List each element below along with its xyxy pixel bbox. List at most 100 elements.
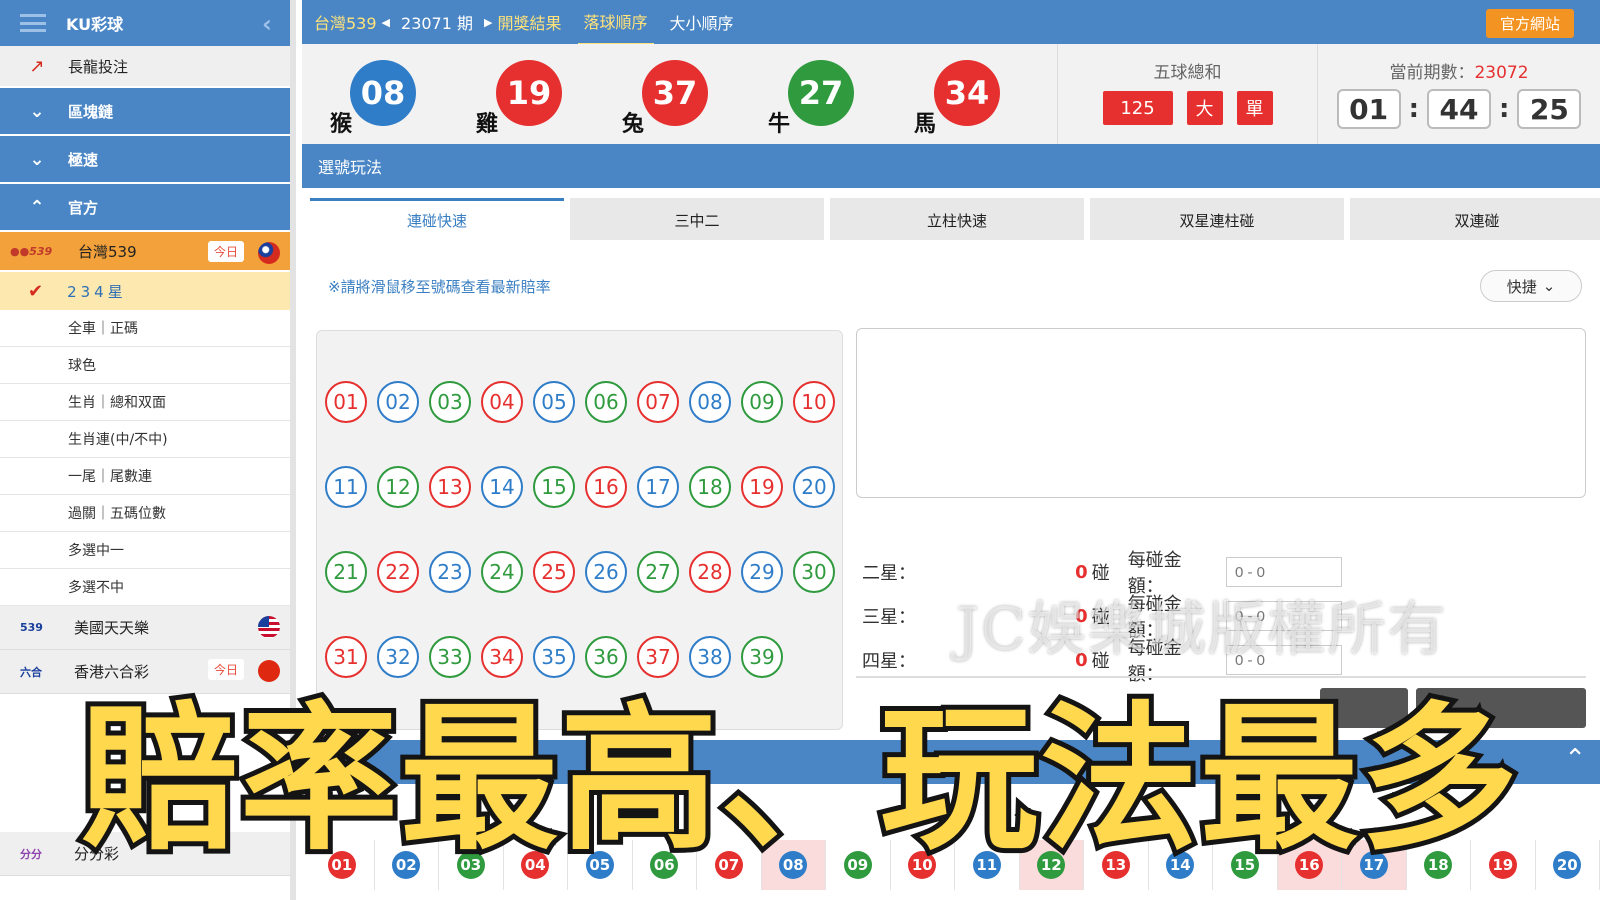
prev-period-icon[interactable]: ◀ — [382, 16, 390, 29]
number-ball[interactable]: 02 — [377, 381, 419, 423]
number-ball[interactable]: 06 — [585, 381, 627, 423]
number-ball[interactable]: 38 — [689, 636, 731, 678]
chevron-up-icon: ⌃ — [29, 196, 45, 218]
sidebar-sub-item[interactable]: 一尾｜尾數連 — [0, 458, 290, 495]
sum-box: 五球總和 125 大 單 — [1057, 44, 1317, 144]
tab-play-4[interactable]: 双連碰 — [1350, 198, 1600, 240]
number-ball[interactable]: 18 — [689, 466, 731, 508]
result-ball: 08 — [350, 60, 416, 126]
sidebar-sub-item[interactable]: 生肖｜總和双面 — [0, 384, 290, 421]
number-ball[interactable]: 17 — [637, 466, 679, 508]
tab-play-0[interactable]: 連碰快速 — [310, 198, 564, 240]
quick-select-button[interactable]: 快捷 ⌄ — [1480, 270, 1582, 302]
number-ball[interactable]: 20 — [793, 466, 835, 508]
number-ball[interactable]: 37 — [637, 636, 679, 678]
number-ball[interactable]: 29 — [741, 551, 783, 593]
official-site-button[interactable]: 官方網站 — [1485, 9, 1574, 38]
sidebar-sub-item[interactable]: 多選不中 — [0, 569, 290, 606]
game-label: 香港六合彩 — [74, 663, 150, 681]
timer-minutes: 44 — [1427, 89, 1491, 129]
number-ball[interactable]: 09 — [741, 381, 783, 423]
tab-play-2[interactable]: 立柱快速 — [830, 198, 1084, 240]
sum-title: 五球總和 — [1153, 63, 1222, 83]
sidebar-game-taiwan539[interactable]: ●●539 台灣539 今日 — [0, 232, 290, 272]
watermark: JC娛樂城版權所有 — [956, 595, 1448, 663]
number-ball[interactable]: 32 — [377, 636, 419, 678]
sidebar-item-long-dragon[interactable]: ↗ 長龍投注 — [0, 46, 290, 88]
current-period-box: 當前期數：23072 01 : 44 : 25 — [1317, 44, 1600, 144]
number-ball[interactable]: 21 — [325, 551, 367, 593]
number-ball[interactable]: 04 — [481, 381, 523, 423]
number-ball[interactable]: 33 — [429, 636, 471, 678]
sidebar-sub-item[interactable]: 多選中一 — [0, 532, 290, 569]
number-ball[interactable]: 28 — [689, 551, 731, 593]
check-icon: ✔ — [28, 280, 44, 302]
number-ball[interactable]: 10 — [793, 381, 835, 423]
sidebar-sub-item[interactable]: 球色 — [0, 347, 290, 384]
number-ball[interactable]: 11 — [325, 466, 367, 508]
number-ball[interactable]: 15 — [533, 466, 575, 508]
link-draw-results[interactable]: 開獎結果 — [497, 10, 561, 34]
number-ball[interactable]: 08 — [689, 381, 731, 423]
number-ball[interactable]: 12 — [377, 466, 419, 508]
sidebar-sub-item[interactable]: 生肖連(中/不中) — [0, 421, 290, 458]
number-ball[interactable]: 27 — [637, 551, 679, 593]
sidebar-sub-item[interactable]: 過關｜五碼位數 — [0, 495, 290, 532]
number-ball[interactable]: 25 — [533, 551, 575, 593]
sub-label: 234星 — [67, 282, 127, 301]
sidebar-item-speed[interactable]: ⌄ 極速 — [0, 136, 290, 184]
number-ball[interactable]: 36 — [585, 636, 627, 678]
next-period-icon[interactable]: ▶ — [484, 16, 492, 29]
number-ball[interactable]: 19 — [741, 466, 783, 508]
current-period: 當前期數：23072 — [1389, 63, 1529, 83]
top-bar: 台灣539 ◀ 23071 期 ▶ 開獎結果 落球順序 大小順序 官方網站 — [302, 0, 1600, 46]
hk-flag-icon — [258, 660, 280, 682]
chevron-down-icon: ⌄ — [29, 148, 45, 170]
combo-count: 0 — [1075, 561, 1088, 583]
collapse-left-icon[interactable]: ‹ — [262, 10, 272, 38]
tab-play-1[interactable]: 三中二 — [570, 198, 824, 240]
sidebar-item-label: 極速 — [68, 150, 99, 169]
number-ball[interactable]: 23 — [429, 551, 471, 593]
sidebar-item-label: 官方 — [68, 198, 99, 217]
sidebar-item-blockchain[interactable]: ⌄ 區塊鏈 — [0, 88, 290, 136]
sidebar-sub-selected[interactable]: ✔ 234星 — [0, 272, 290, 310]
today-badge: 今日 — [208, 659, 245, 680]
chevron-down-icon: ⌄ — [1542, 277, 1556, 295]
number-ball[interactable]: 05 — [533, 381, 575, 423]
number-panel: 01 02 03 04 05 06 07 08 09 10 11 12 13 14 15 16 17 18 19 20… — [316, 330, 843, 730]
sidebar-sub-item[interactable]: 全車｜正碼 — [0, 310, 290, 347]
play-tabs: 連碰快速 三中二 立柱快速 双星連柱碰 双連碰 — [310, 198, 1600, 240]
number-ball[interactable]: 01 — [325, 381, 367, 423]
number-ball[interactable]: 31 — [325, 636, 367, 678]
divider — [856, 676, 1586, 678]
sum-parity-badge: 單 — [1236, 91, 1273, 125]
sidebar-item-label: 長龍投注 — [68, 57, 129, 76]
link-drop-order[interactable]: 落球順序 — [577, 0, 654, 46]
number-ball[interactable]: 07 — [637, 381, 679, 423]
number-ball[interactable]: 24 — [481, 551, 523, 593]
hk-lotto-logo-icon: 六合 — [20, 665, 42, 679]
sidebar-game-us[interactable]: 539 美國天天樂 — [0, 606, 290, 650]
number-ball[interactable]: 26 — [585, 551, 627, 593]
number-ball[interactable]: 35 — [533, 636, 575, 678]
number-ball[interactable]: 13 — [429, 466, 471, 508]
menu-icon[interactable] — [20, 14, 46, 32]
picker-title: 選號玩法 — [318, 158, 383, 177]
number-ball[interactable]: 16 — [585, 466, 627, 508]
number-ball[interactable]: 14 — [481, 466, 523, 508]
tab-play-3[interactable]: 双星連柱碰 — [1090, 198, 1344, 240]
link-size-order[interactable]: 大小順序 — [670, 10, 734, 34]
zodiac-label: 雞 — [476, 112, 499, 137]
sum-value: 125 — [1102, 91, 1173, 125]
number-ball[interactable]: 39 — [741, 636, 783, 678]
number-ball[interactable]: 03 — [429, 381, 471, 423]
number-ball[interactable]: 22 — [377, 551, 419, 593]
number-ball[interactable]: 34 — [481, 636, 523, 678]
selected-numbers-box[interactable] — [856, 328, 1586, 498]
odds-notice: ※請將滑鼠移至號碼查看最新賠率 — [328, 278, 551, 296]
result-ball: 34 — [934, 60, 1000, 126]
number-ball[interactable]: 30 — [793, 551, 835, 593]
picker-header: 選號玩法 — [302, 144, 1600, 188]
sidebar-item-official[interactable]: ⌃ 官方 — [0, 184, 290, 232]
